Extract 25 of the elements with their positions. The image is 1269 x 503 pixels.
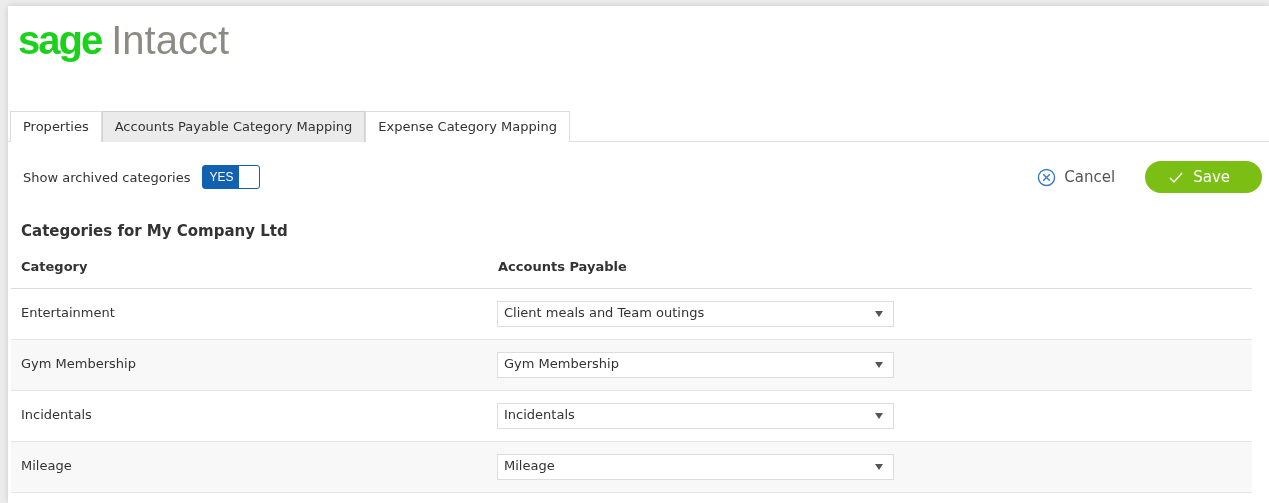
dropdown[interactable]: Gym Membership (497, 352, 894, 378)
tab[interactable]: Accounts Payable Category Mapping (101, 111, 366, 142)
section-title: Categories for My Company Ltd (20, 221, 289, 242)
dropdown-arrow-icon (875, 362, 883, 368)
toggle-label: Show archived categories (23, 169, 191, 185)
column-header: Category (21, 258, 89, 274)
logo-product: Intacct (111, 18, 229, 63)
column-header: Accounts Payable (498, 258, 628, 274)
tab[interactable]: Properties (10, 111, 102, 142)
logo-brand: sage (18, 18, 102, 63)
category-name: Gym Membership (21, 355, 137, 371)
cancel-button[interactable]: Cancel (1037, 167, 1116, 187)
dropdown[interactable]: Client meals and Team outings (497, 301, 894, 327)
tab[interactable]: Expense Category Mapping (365, 111, 570, 142)
check-icon (1169, 171, 1184, 183)
category-name: Mileage (21, 457, 73, 473)
dropdown[interactable]: Mileage (497, 454, 894, 480)
dropdown-arrow-icon (875, 464, 883, 470)
close-icon (1037, 167, 1057, 187)
dropdown-arrow-icon (875, 311, 883, 317)
category-name: Incidentals (21, 406, 93, 422)
dropdown-arrow-icon (875, 413, 883, 419)
dropdown[interactable]: Incidentals (497, 403, 894, 429)
category-name: Entertainment (21, 304, 116, 320)
toggle-switch[interactable]: YES (202, 165, 261, 189)
